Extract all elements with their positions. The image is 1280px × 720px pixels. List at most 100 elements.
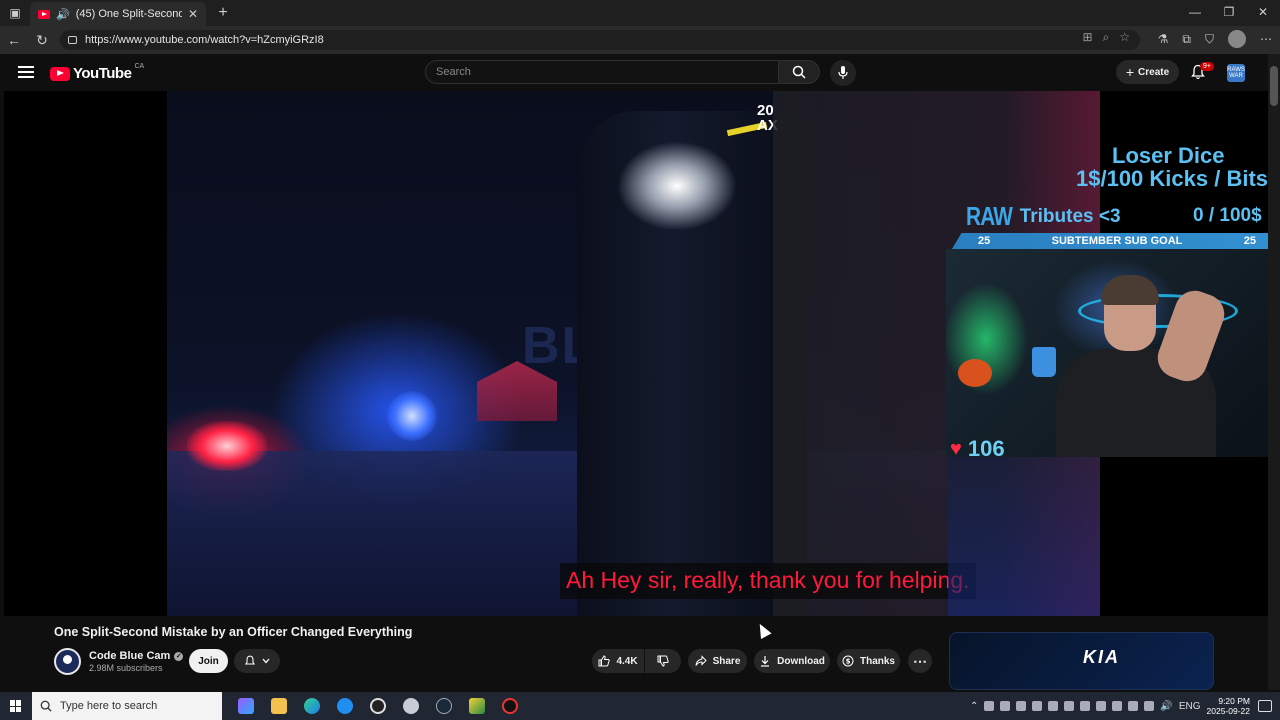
windows-logo-icon [10, 700, 22, 712]
url-text: https://www.youtube.com/watch?v=hZcmyiGR… [85, 34, 324, 46]
lock-icon[interactable] [68, 36, 77, 44]
create-button[interactable]: + Create [1116, 60, 1179, 84]
channel-name[interactable]: Code Blue Cam ✓ [89, 650, 184, 662]
overlay-bottom-panel [948, 457, 1100, 616]
window-controls: — ❐ ✕ [1178, 0, 1280, 24]
taskbar-app-notes[interactable] [465, 694, 489, 718]
share-button[interactable]: Share [688, 649, 747, 673]
app-available-icon[interactable]: ⊞ [1082, 30, 1092, 45]
taskbar-app-copilot[interactable] [234, 694, 258, 718]
taskbar-clock[interactable]: 9:20 PM 2025-09-22 [1207, 696, 1250, 716]
language-indicator[interactable]: ENG [1179, 701, 1201, 712]
channel-name-text: Code Blue Cam [89, 650, 171, 662]
browser-tab-youtube[interactable]: 🔊 (45) One Split-Second Mista ✕ [30, 2, 206, 26]
raw-logo: RAW [966, 201, 1013, 231]
share-arrow-icon [695, 655, 707, 666]
browser-toolbar-right: ⚗ ⧉ ⛉ ⋯ [1158, 30, 1272, 48]
tray-overflow-chevron-icon[interactable]: ⌃ [970, 701, 978, 712]
youtube-logo[interactable]: YouTube CA [50, 63, 144, 82]
notification-center-icon[interactable] [1258, 700, 1272, 712]
close-window-button[interactable]: ✕ [1246, 0, 1280, 24]
folder-icon [271, 698, 287, 714]
tab-close-icon[interactable]: ✕ [188, 7, 198, 21]
taskbar-app-recorder[interactable] [498, 694, 522, 718]
account-avatar[interactable]: RAWS WAR [1227, 64, 1245, 82]
taskbar-search-input[interactable]: Type here to search [32, 692, 222, 720]
hamburger-menu-icon[interactable] [18, 66, 34, 78]
tray-app-icon-4[interactable] [1032, 701, 1043, 711]
join-button[interactable]: Join [189, 649, 228, 673]
search-icon [792, 65, 806, 79]
tray-app-icon-8[interactable] [1096, 701, 1107, 711]
profile-avatar[interactable] [1228, 30, 1246, 48]
speaker-icon[interactable]: 🔊 [56, 8, 70, 21]
video-title: One Split-Second Mistake by an Officer C… [54, 625, 413, 639]
start-button[interactable] [0, 692, 32, 720]
video-red-light [187, 421, 267, 471]
network-icon[interactable] [1144, 701, 1155, 711]
collections-icon[interactable]: ⛉ [1205, 32, 1214, 47]
tray-app-icon-6[interactable] [1064, 701, 1075, 711]
gear-icon [403, 698, 419, 714]
maximize-button[interactable]: ❐ [1212, 0, 1246, 24]
like-count: 4.4K [616, 655, 638, 667]
tray-app-icon-5[interactable] [1048, 701, 1059, 711]
settings-more-icon[interactable]: ⋯ [1260, 32, 1272, 46]
create-label: Create [1138, 66, 1170, 78]
favorite-star-icon[interactable]: ☆ [1119, 30, 1130, 45]
sponsored-ad-card[interactable]: KIA [949, 632, 1214, 690]
goal-right-count: 25 [1243, 235, 1256, 247]
overlay-tributes-row: RAW Tributes <3 [966, 201, 1121, 232]
new-tab-button[interactable]: + [210, 4, 236, 22]
search-input[interactable]: Search [425, 60, 780, 84]
taskbar-app-steam[interactable] [432, 694, 456, 718]
extension-icon[interactable]: ⚗ [1158, 32, 1169, 46]
browser-icon [337, 698, 353, 714]
taskbar-app-edge-beta[interactable] [333, 694, 357, 718]
search-button[interactable] [778, 60, 820, 84]
notification-badge: 9+ [1200, 62, 1214, 71]
goal-left-count: 25 [978, 235, 991, 247]
taskbar-app-settings[interactable] [399, 694, 423, 718]
volume-icon[interactable]: 🔊 [1160, 701, 1172, 712]
tray-app-icon-9[interactable] [1112, 701, 1123, 711]
page-scrollbar[interactable] [1268, 54, 1280, 690]
svg-text:$: $ [846, 658, 851, 666]
tray-app-icon-3[interactable] [1016, 701, 1027, 711]
refresh-icon[interactable]: ↻ [28, 32, 56, 49]
taskbar-app-file-explorer[interactable] [267, 694, 291, 718]
video-player[interactable]: BLUE 20 AX Ah Hey sir, really, thank you… [4, 91, 1268, 616]
notes-icon [469, 698, 485, 714]
voice-search-button[interactable] [830, 60, 856, 86]
tray-app-icon-2[interactable] [1000, 701, 1011, 711]
download-button[interactable]: Download [754, 649, 830, 673]
dislike-button[interactable] [645, 649, 681, 673]
video-headlight [617, 141, 737, 231]
extensions-puzzle-icon[interactable]: ⧉ [1182, 32, 1191, 47]
zoom-icon[interactable]: ⌕ [1103, 30, 1110, 45]
thanks-button[interactable]: $ Thanks [837, 649, 900, 673]
more-actions-button[interactable]: ⋯ [908, 649, 932, 673]
taskbar-app-edge[interactable] [300, 694, 324, 718]
channel-avatar[interactable] [54, 648, 81, 675]
tributes-label: Tributes <3 [1019, 205, 1121, 227]
taskbar-search-placeholder: Type here to search [60, 700, 158, 712]
url-field[interactable]: https://www.youtube.com/watch?v=hZcmyiGR… [60, 30, 1140, 50]
back-arrow-icon[interactable]: ← [0, 32, 28, 48]
scrollbar-thumb[interactable] [1270, 66, 1278, 106]
tray-app-icon-7[interactable] [1080, 701, 1091, 711]
webcam-person-hair [1101, 275, 1159, 305]
video-subtitle: Ah Hey sir, really, thank you for helpin… [560, 563, 976, 599]
minimize-button[interactable]: — [1178, 0, 1212, 24]
youtube-favicon-icon [38, 9, 50, 19]
like-button[interactable]: 4.4K [592, 649, 644, 673]
taskbar-app-obs[interactable] [366, 694, 390, 718]
subscription-bell-button[interactable] [234, 649, 280, 673]
tab-title: (45) One Split-Second Mista [75, 8, 182, 20]
clock-time: 9:20 PM [1218, 696, 1250, 706]
tray-app-icon-1[interactable] [984, 701, 995, 711]
microphone-icon [838, 66, 848, 79]
tab-actions-menu-icon[interactable]: ▣ [0, 0, 30, 26]
tray-app-icon-10[interactable] [1128, 701, 1139, 711]
steam-icon [436, 698, 452, 714]
